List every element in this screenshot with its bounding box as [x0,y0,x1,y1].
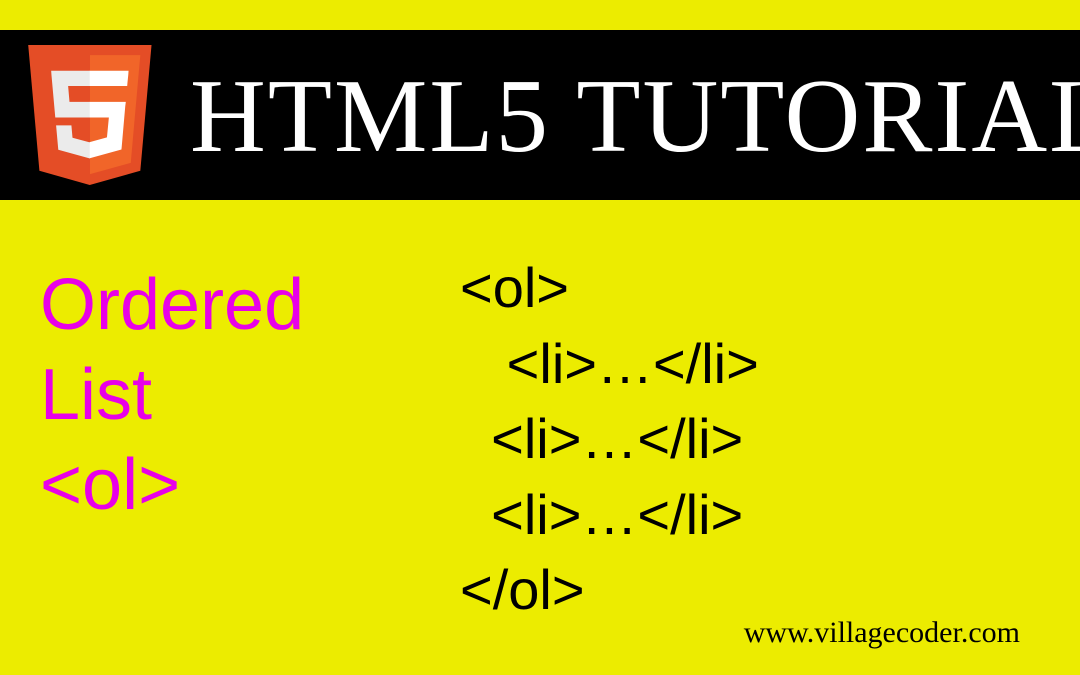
code-line-2: <li>…</li> [460,326,1040,402]
html5-logo-icon [20,35,160,195]
header-bar: HTML5 TUTORIAL [0,30,1080,200]
code-line-4: <li>…</li> [460,477,1040,553]
topic-line-1: Ordered [40,260,420,350]
code-line-3: <li>…</li> [460,401,1040,477]
code-line-1: <ol> [460,250,1040,326]
code-column: <ol> <li>…</li> <li>…</li> <li>…</li> </… [420,250,1040,628]
footer-url: www.villagecoder.com [744,616,1020,650]
content-area: Ordered List <ol> <ol> <li>…</li> <li>…<… [0,230,1080,648]
topic-column: Ordered List <ol> [40,250,420,628]
topic-line-3: <ol> [40,440,420,530]
page-title: HTML5 TUTORIAL [190,55,1080,176]
topic-line-2: List [40,350,420,440]
